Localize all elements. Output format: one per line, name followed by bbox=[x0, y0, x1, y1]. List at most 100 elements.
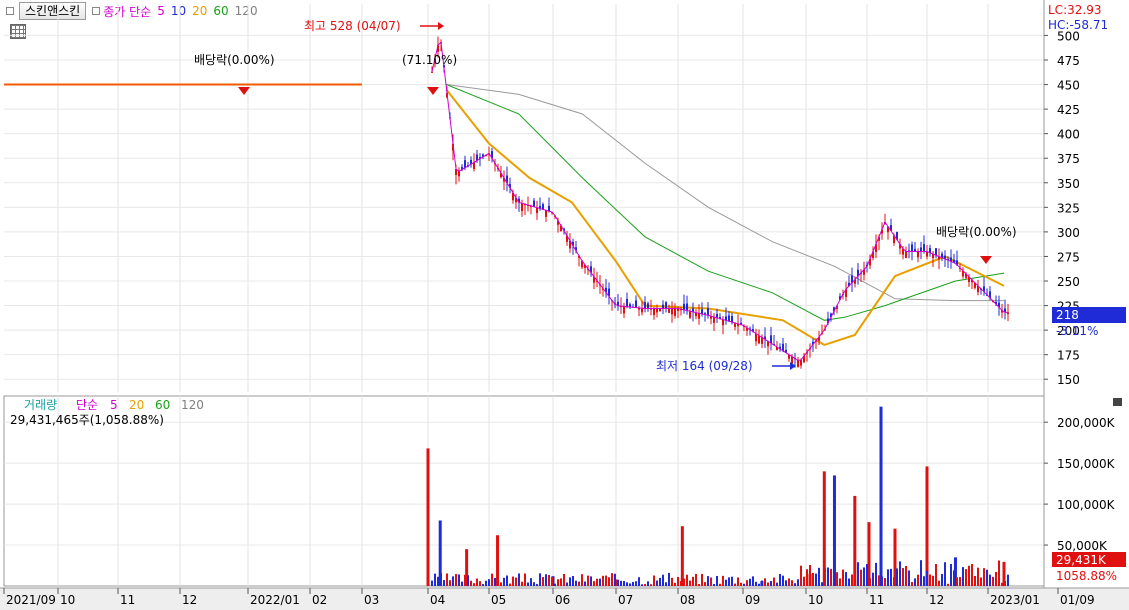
candle-body bbox=[758, 335, 760, 344]
volume-bar-small bbox=[827, 567, 829, 586]
volume-bar-small bbox=[449, 580, 451, 586]
volume-bar-small bbox=[974, 575, 976, 586]
volume-bar bbox=[879, 406, 883, 586]
volume-bar-small bbox=[746, 580, 748, 586]
volume-bar-small bbox=[833, 572, 835, 586]
volume-bar-small bbox=[590, 576, 592, 586]
y-axis-tick-label: 325 bbox=[1057, 201, 1080, 215]
candle-body bbox=[689, 311, 691, 318]
volume-bar-small bbox=[707, 576, 709, 586]
volume-bar-small bbox=[866, 564, 868, 586]
candle-body bbox=[797, 360, 799, 367]
volume-bar-small bbox=[518, 573, 520, 586]
x-axis-tick-label: 08 bbox=[680, 593, 695, 607]
x-axis-tick-label: 11 bbox=[869, 593, 884, 607]
volume-bar-small bbox=[569, 577, 571, 586]
volume-bar-small bbox=[479, 581, 481, 586]
x-axis-tick-label: 11 bbox=[120, 593, 135, 607]
volume-panel-menu-icon[interactable] bbox=[1113, 398, 1122, 406]
volume-bar-small bbox=[623, 580, 625, 586]
volume-bar-small bbox=[977, 567, 979, 586]
ma-5-line bbox=[431, 41, 1008, 362]
volume-bar-small bbox=[680, 581, 682, 586]
volume-bar-small bbox=[656, 580, 658, 586]
candle-body bbox=[635, 300, 637, 308]
volume-bar-small bbox=[434, 573, 436, 586]
current-volume-label: 29,431K bbox=[1056, 553, 1107, 567]
volume-bar-small bbox=[620, 580, 622, 586]
volume-bar-small bbox=[872, 572, 874, 586]
candle-body bbox=[626, 298, 628, 307]
volume-bar-small bbox=[644, 584, 646, 586]
volume-plot bbox=[426, 406, 1009, 586]
candle-body bbox=[644, 302, 646, 309]
volume-bar-small bbox=[521, 581, 523, 586]
volume-bar-small bbox=[512, 576, 514, 586]
volume-bar-small bbox=[446, 573, 448, 586]
volume-bar-small bbox=[650, 584, 652, 586]
volume-bar-small bbox=[662, 574, 664, 586]
stock-chart-svg: 5004754504254003753503253002752502252001… bbox=[0, 0, 1129, 610]
volume-bar-small bbox=[563, 574, 565, 586]
volume-bar-small bbox=[545, 574, 547, 586]
x-axis-tick-label: 2023/01 bbox=[990, 593, 1040, 607]
volume-bar-small bbox=[500, 582, 502, 586]
volume-bar-small bbox=[944, 562, 946, 586]
volume-axis-tick-label: 200,000K bbox=[1057, 416, 1116, 430]
y-axis-tick-label: 150 bbox=[1057, 373, 1080, 387]
candle-body bbox=[755, 333, 757, 342]
volume-bar-small bbox=[935, 564, 937, 586]
volume-bar-small bbox=[539, 573, 541, 586]
volume-bar-small bbox=[683, 578, 685, 586]
volume-bar-small bbox=[839, 578, 841, 586]
volume-bar-small bbox=[905, 565, 907, 586]
x-axis-tick-label: 03 bbox=[364, 593, 379, 607]
volume-bar-small bbox=[752, 576, 754, 586]
volume-bar-small bbox=[785, 580, 787, 586]
current-price-label: 218 bbox=[1056, 308, 1079, 322]
volume-bar-small bbox=[764, 578, 766, 586]
volume-axis-tick-label: 100,000K bbox=[1057, 498, 1116, 512]
volume-bar-small bbox=[743, 583, 745, 586]
y-axis-tick-label: 350 bbox=[1057, 177, 1080, 191]
volume-bar-small bbox=[893, 577, 895, 586]
volume-bar-small bbox=[806, 569, 808, 586]
volume-bar-small bbox=[884, 578, 886, 586]
volume-bar-small bbox=[773, 577, 775, 586]
x-axis-tick-label: 05 bbox=[491, 593, 506, 607]
volume-bar-small bbox=[923, 576, 925, 586]
volume-bar-small bbox=[530, 578, 532, 586]
volume-bar-small bbox=[869, 578, 871, 586]
volume-bar-small bbox=[524, 573, 526, 586]
candle-body bbox=[905, 251, 907, 258]
volume-bar-small bbox=[881, 576, 883, 586]
candle-body bbox=[911, 244, 913, 252]
x-axis-tick-label: 12 bbox=[182, 593, 197, 607]
volume-bar-small bbox=[587, 575, 589, 586]
ma-20-line bbox=[445, 88, 1005, 346]
y-axis-tick-label: 275 bbox=[1057, 250, 1080, 264]
x-axis-tick-label: 10 bbox=[60, 593, 75, 607]
volume-bar-small bbox=[638, 577, 640, 586]
volume-bar-small bbox=[476, 578, 478, 586]
volume-bar-small bbox=[755, 581, 757, 586]
volume-bar-small bbox=[548, 575, 550, 586]
candle-body bbox=[707, 308, 709, 316]
volume-bar-small bbox=[749, 578, 751, 586]
volume-bar-small bbox=[791, 580, 793, 586]
x-axis-tick-label: 10 bbox=[808, 593, 823, 607]
volume-bar-small bbox=[578, 581, 580, 586]
volume-bar-small bbox=[551, 577, 553, 586]
volume-bar-small bbox=[701, 573, 703, 586]
volume-bar-small bbox=[542, 577, 544, 586]
candle-body bbox=[674, 308, 676, 316]
volume-bar-small bbox=[464, 574, 466, 586]
volume-bar-small bbox=[491, 573, 493, 586]
y-axis-tick-label: 475 bbox=[1057, 54, 1080, 68]
volume-bar-small bbox=[731, 576, 733, 586]
volume-bar-small bbox=[596, 578, 598, 586]
candle-body bbox=[923, 244, 925, 252]
volume-bar-small bbox=[494, 577, 496, 586]
volume-bar-small bbox=[665, 582, 667, 586]
candle-body bbox=[533, 200, 535, 207]
